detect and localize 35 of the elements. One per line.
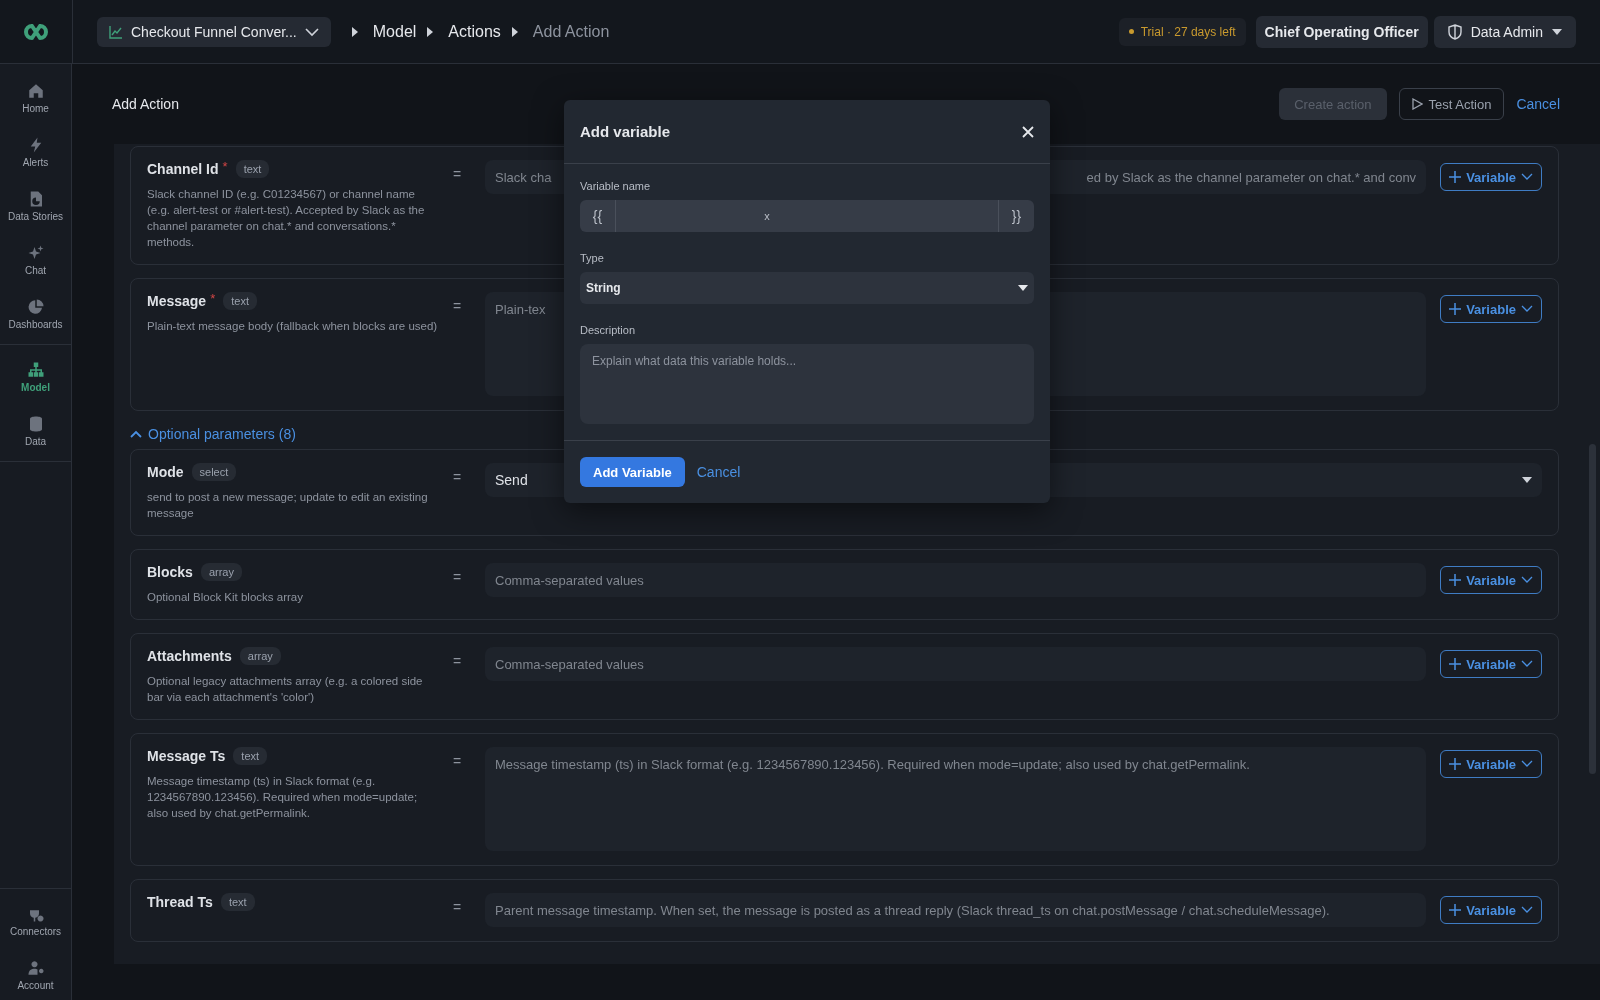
type-tag: array xyxy=(239,647,281,665)
type-tag: text xyxy=(235,160,270,178)
parameter-name: Mode xyxy=(147,464,184,480)
required-mark: * xyxy=(210,290,216,306)
equals-sign: = xyxy=(453,569,463,585)
equals-sign: = xyxy=(453,653,463,669)
parameter-name: Attachments xyxy=(147,648,232,664)
parameter-name: Blocks xyxy=(147,564,193,580)
field-label: Variable name xyxy=(580,180,652,192)
required-mark: * xyxy=(222,158,228,174)
parameter-description: Slack channel ID (e.g. C01234567) or channel name (e.g. alert-test or #alert-test). Accepted by Slack as the channel parameter on chat.* and conversations.* methods. xyxy=(147,187,426,250)
type-tag: text xyxy=(233,747,268,765)
field-label: Type xyxy=(580,252,605,264)
parameter-description: send to post a new message; update to edit an existing message xyxy=(147,490,429,521)
parameter-name: Message xyxy=(147,293,207,309)
equals-sign: = xyxy=(453,166,463,182)
field-label: Description xyxy=(580,324,637,336)
page-title: Add Action xyxy=(112,96,179,112)
equals-sign: = xyxy=(453,899,463,915)
equals-sign: = xyxy=(453,298,463,314)
trial-badge: Trial · 27 days left xyxy=(1118,17,1246,46)
parameter-description: Optional legacy attachments array (e.g. a colored side bar via each attachment's 'color') xyxy=(147,674,424,705)
parameter-description: Plain-text message body (fallback when blocks are used) xyxy=(147,319,439,334)
dialog-title: Add variable xyxy=(580,123,671,140)
parameter-name: Channel Id xyxy=(147,161,219,177)
type-tag: text xyxy=(223,292,257,310)
type-tag: select xyxy=(191,463,237,481)
type-tag: array xyxy=(200,563,242,581)
parameter-description: Optional Block Kit blocks array xyxy=(147,590,304,605)
parameter-name: Thread Ts xyxy=(147,894,213,910)
equals-sign: = xyxy=(453,753,463,769)
parameter-description: Message timestamp (ts) in Slack format (e.g. 1234567890.123456). Required when mode=update; also used by chat.getPermalink. xyxy=(147,774,419,821)
parameter-name: Message Ts xyxy=(147,748,226,764)
equals-sign: = xyxy=(453,469,463,485)
type-tag: text xyxy=(220,893,255,911)
